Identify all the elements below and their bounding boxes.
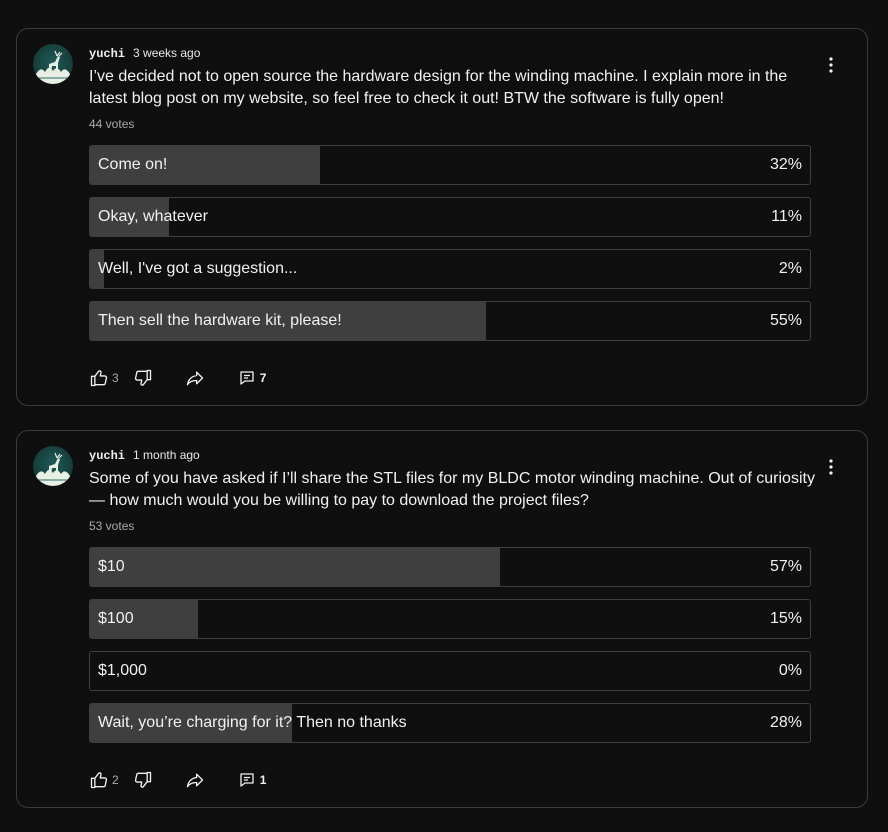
option-percent: 11% (771, 208, 802, 225)
post-time[interactable]: 1 month ago (133, 448, 200, 462)
comments-button[interactable]: 1 (239, 772, 267, 788)
option-percent: 32% (769, 156, 802, 173)
comment-count: 7 (259, 371, 267, 385)
option-percent: 2% (778, 260, 802, 277)
share-button[interactable] (185, 368, 205, 388)
post-actions: 3 7 (89, 366, 266, 390)
poll-option[interactable]: Then sell the hardware kit, please! 55% (89, 301, 811, 341)
comment-count: 1 (259, 773, 267, 787)
option-label: Come on! (98, 156, 168, 173)
option-label: $100 (98, 610, 134, 627)
post-text: Some of you have asked if I’ll share the… (89, 470, 815, 509)
more-vertical-icon (829, 57, 833, 73)
avatar[interactable] (33, 446, 73, 486)
author-name[interactable]: yuchi (89, 449, 125, 463)
post-header: yuchi 1 month ago (89, 448, 200, 464)
option-label: $10 (98, 558, 125, 575)
poll-option[interactable]: Wait, you’re charging for it? Then no th… (89, 703, 811, 743)
poll-option[interactable]: $10 57% (89, 547, 811, 587)
like-count: 2 (112, 773, 119, 787)
option-label: $1,000 (98, 662, 147, 679)
poll-option[interactable]: $100 15% (89, 599, 811, 639)
comment-icon (240, 371, 254, 385)
option-percent: 0% (778, 662, 802, 679)
poll-post: yuchi 3 weeks ago I’ve decided not to op… (16, 28, 868, 406)
post-actions: 2 1 (89, 768, 266, 792)
poll-options: $10 57% $100 15% $1,000 0% Wait, you’re cha… (89, 547, 811, 755)
more-vertical-icon (829, 459, 833, 475)
dislike-button[interactable] (133, 368, 153, 388)
more-menu-button[interactable] (821, 457, 841, 477)
like-button[interactable]: 3 (89, 368, 119, 388)
like-button[interactable]: 2 (89, 770, 119, 790)
option-percent: 55% (769, 312, 802, 329)
vote-count: 53 votes (89, 519, 135, 533)
dislike-button[interactable] (133, 770, 153, 790)
more-menu-button[interactable] (821, 55, 841, 75)
poll-option[interactable]: Okay, whatever 11% (89, 197, 811, 237)
share-icon (186, 773, 203, 788)
deer-avatar-icon (35, 50, 71, 84)
share-icon (186, 371, 203, 386)
comments-button[interactable]: 7 (239, 370, 267, 386)
like-count: 3 (112, 371, 119, 385)
poll-post: yuchi 1 month ago Some of you have asked… (16, 430, 868, 808)
option-percent: 15% (769, 610, 802, 627)
poll-fill (90, 548, 501, 586)
option-percent: 28% (769, 714, 802, 731)
thumbs-up-icon (90, 772, 108, 789)
poll-options: Come on! 32% Okay, whatever 11% Well, I've… (89, 145, 811, 353)
comment-icon (240, 773, 254, 787)
author-name[interactable]: yuchi (89, 47, 125, 61)
poll-option[interactable]: $1,000 0% (89, 651, 811, 691)
share-button[interactable] (185, 770, 205, 790)
option-label: Then sell the hardware kit, please! (98, 312, 342, 329)
thumbs-down-icon (134, 771, 151, 788)
post-header: yuchi 3 weeks ago (89, 46, 200, 62)
thumbs-down-icon (134, 369, 151, 386)
option-label: Okay, whatever (98, 208, 208, 225)
poll-option[interactable]: Come on! 32% (89, 145, 811, 185)
thumbs-up-icon (90, 370, 108, 387)
option-label: Well, I've got a suggestion... (98, 260, 298, 277)
post-time[interactable]: 3 weeks ago (133, 46, 200, 60)
poll-option[interactable]: Well, I've got a suggestion... 2% (89, 249, 811, 289)
avatar[interactable] (33, 44, 73, 84)
deer-avatar-icon (35, 452, 71, 486)
vote-count: 44 votes (89, 117, 135, 131)
option-percent: 57% (769, 558, 802, 575)
post-text: I’ve decided not to open source the hard… (89, 68, 788, 107)
option-label: Wait, you’re charging for it? Then no th… (98, 714, 407, 731)
